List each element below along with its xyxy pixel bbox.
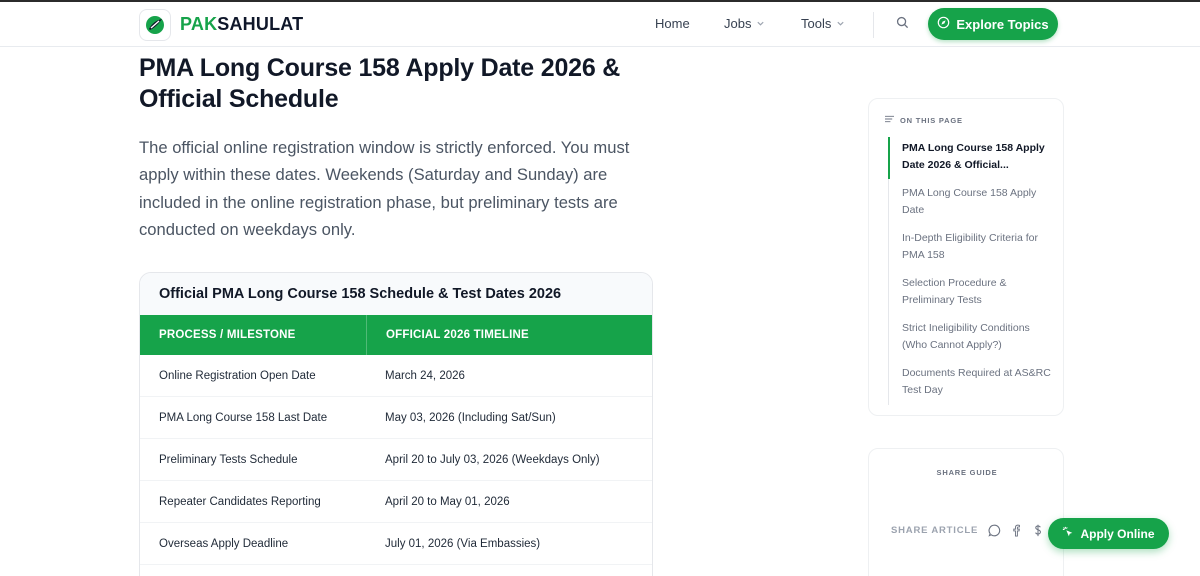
table-cell-process: Repeater Candidates Reporting bbox=[159, 495, 321, 508]
site-logo-text[interactable]: PAKSAHULAT bbox=[180, 14, 303, 35]
share-article-label: SHARE ARTICLE bbox=[891, 525, 979, 536]
facebook-icon[interactable] bbox=[1009, 523, 1023, 537]
table-header-row: PROCESS / MILESTONE OFFICIAL 2026 TIMELI… bbox=[140, 315, 652, 355]
toc-item-selection-procedure[interactable]: Selection Procedure & Preliminary Tests bbox=[902, 275, 1054, 309]
share-card: SHARE GUIDE SHARE ARTICLE bbox=[868, 448, 1064, 576]
top-navbar: PAKSAHULAT Home Jobs Tools Explore Topic… bbox=[0, 0, 1200, 47]
table-row: Online Registration Open Date March 24, … bbox=[140, 355, 652, 397]
table-cell-process: Online Registration Open Date bbox=[159, 369, 316, 382]
toc-active-indicator bbox=[888, 137, 890, 179]
explore-topics-label: Explore Topics bbox=[956, 16, 1049, 32]
nav-divider bbox=[873, 12, 874, 38]
dollar-icon[interactable] bbox=[1031, 523, 1045, 537]
table-cell-timeline: April 20 to May 01, 2026 bbox=[385, 495, 510, 508]
explore-topics-button[interactable]: Explore Topics bbox=[928, 8, 1058, 40]
whatsapp-icon[interactable] bbox=[987, 523, 1001, 537]
table-caption: Official PMA Long Course 158 Schedule & … bbox=[140, 273, 652, 315]
table-row: Overseas Apply Deadline July 01, 2026 (V… bbox=[140, 523, 652, 565]
share-icons bbox=[987, 523, 1045, 537]
toc-item-apply-date-schedule[interactable]: PMA Long Course 158 Apply Date 2026 & Of… bbox=[902, 140, 1054, 174]
table-cell-process: PMA Long Course 158 Last Date bbox=[159, 411, 328, 424]
chevron-down-icon bbox=[756, 16, 765, 31]
nav-home-link[interactable]: Home bbox=[655, 16, 690, 31]
toc-heading: ON THIS PAGE bbox=[885, 115, 963, 125]
toc-item-apply-date[interactable]: PMA Long Course 158 Apply Date bbox=[902, 185, 1054, 219]
apply-online-label: Apply Online bbox=[1080, 526, 1155, 541]
search-button[interactable] bbox=[890, 14, 914, 36]
brand-name-part1: PAK bbox=[180, 14, 218, 34]
intro-paragraph: The official online registration window … bbox=[139, 138, 630, 239]
search-icon bbox=[896, 16, 909, 34]
nav-tools-label: Tools bbox=[801, 16, 832, 31]
table-cell-timeline: April 20 to July 03, 2026 (Weekdays Only… bbox=[385, 453, 600, 466]
column-header-timeline: OFFICIAL 2026 TIMELINE bbox=[366, 315, 529, 355]
list-icon bbox=[885, 115, 894, 125]
nav-jobs-dropdown[interactable]: Jobs bbox=[724, 16, 765, 31]
share-guide-label: SHARE GUIDE bbox=[936, 468, 998, 477]
table-row: Preliminary Tests Schedule April 20 to J… bbox=[140, 439, 652, 481]
nav-jobs-label: Jobs bbox=[724, 16, 752, 31]
brand-name-part2: SAHULAT bbox=[217, 14, 304, 34]
sparkle-cursor-icon bbox=[1062, 526, 1074, 541]
table-cell-process: Preliminary Tests Schedule bbox=[159, 453, 298, 466]
nav-home-label: Home bbox=[655, 16, 690, 31]
toc-heading-label: ON THIS PAGE bbox=[900, 115, 963, 125]
page-title: PMA Long Course 158 Apply Date 2026 & Of… bbox=[139, 54, 621, 113]
toc-item-ineligibility[interactable]: Strict Ineligibility Conditions (Who Can… bbox=[902, 320, 1054, 354]
compass-icon bbox=[937, 16, 950, 32]
site-logo-icon[interactable] bbox=[139, 9, 171, 41]
toc-item-eligibility[interactable]: In-Depth Eligibility Criteria for PMA 15… bbox=[902, 230, 1054, 264]
column-header-process: PROCESS / MILESTONE bbox=[159, 329, 296, 341]
toc-item-documents[interactable]: Documents Required at AS&RC Test Day bbox=[902, 365, 1054, 399]
apply-online-button[interactable]: Apply Online bbox=[1048, 518, 1169, 549]
table-cell-timeline: May 03, 2026 (Including Sat/Sun) bbox=[385, 411, 556, 424]
table-row: PMA Long Course 158 Last Date May 03, 20… bbox=[140, 397, 652, 439]
table-cell-process: Overseas Apply Deadline bbox=[159, 537, 289, 550]
table-cell-timeline: March 24, 2026 bbox=[385, 369, 465, 382]
table-cell-timeline: July 01, 2026 (Via Embassies) bbox=[385, 537, 541, 550]
chevron-down-icon bbox=[836, 16, 845, 31]
nav-tools-dropdown[interactable]: Tools bbox=[801, 16, 845, 31]
schedule-table: Official PMA Long Course 158 Schedule & … bbox=[139, 272, 653, 576]
table-row: Repeater Candidates Reporting April 20 t… bbox=[140, 481, 652, 523]
